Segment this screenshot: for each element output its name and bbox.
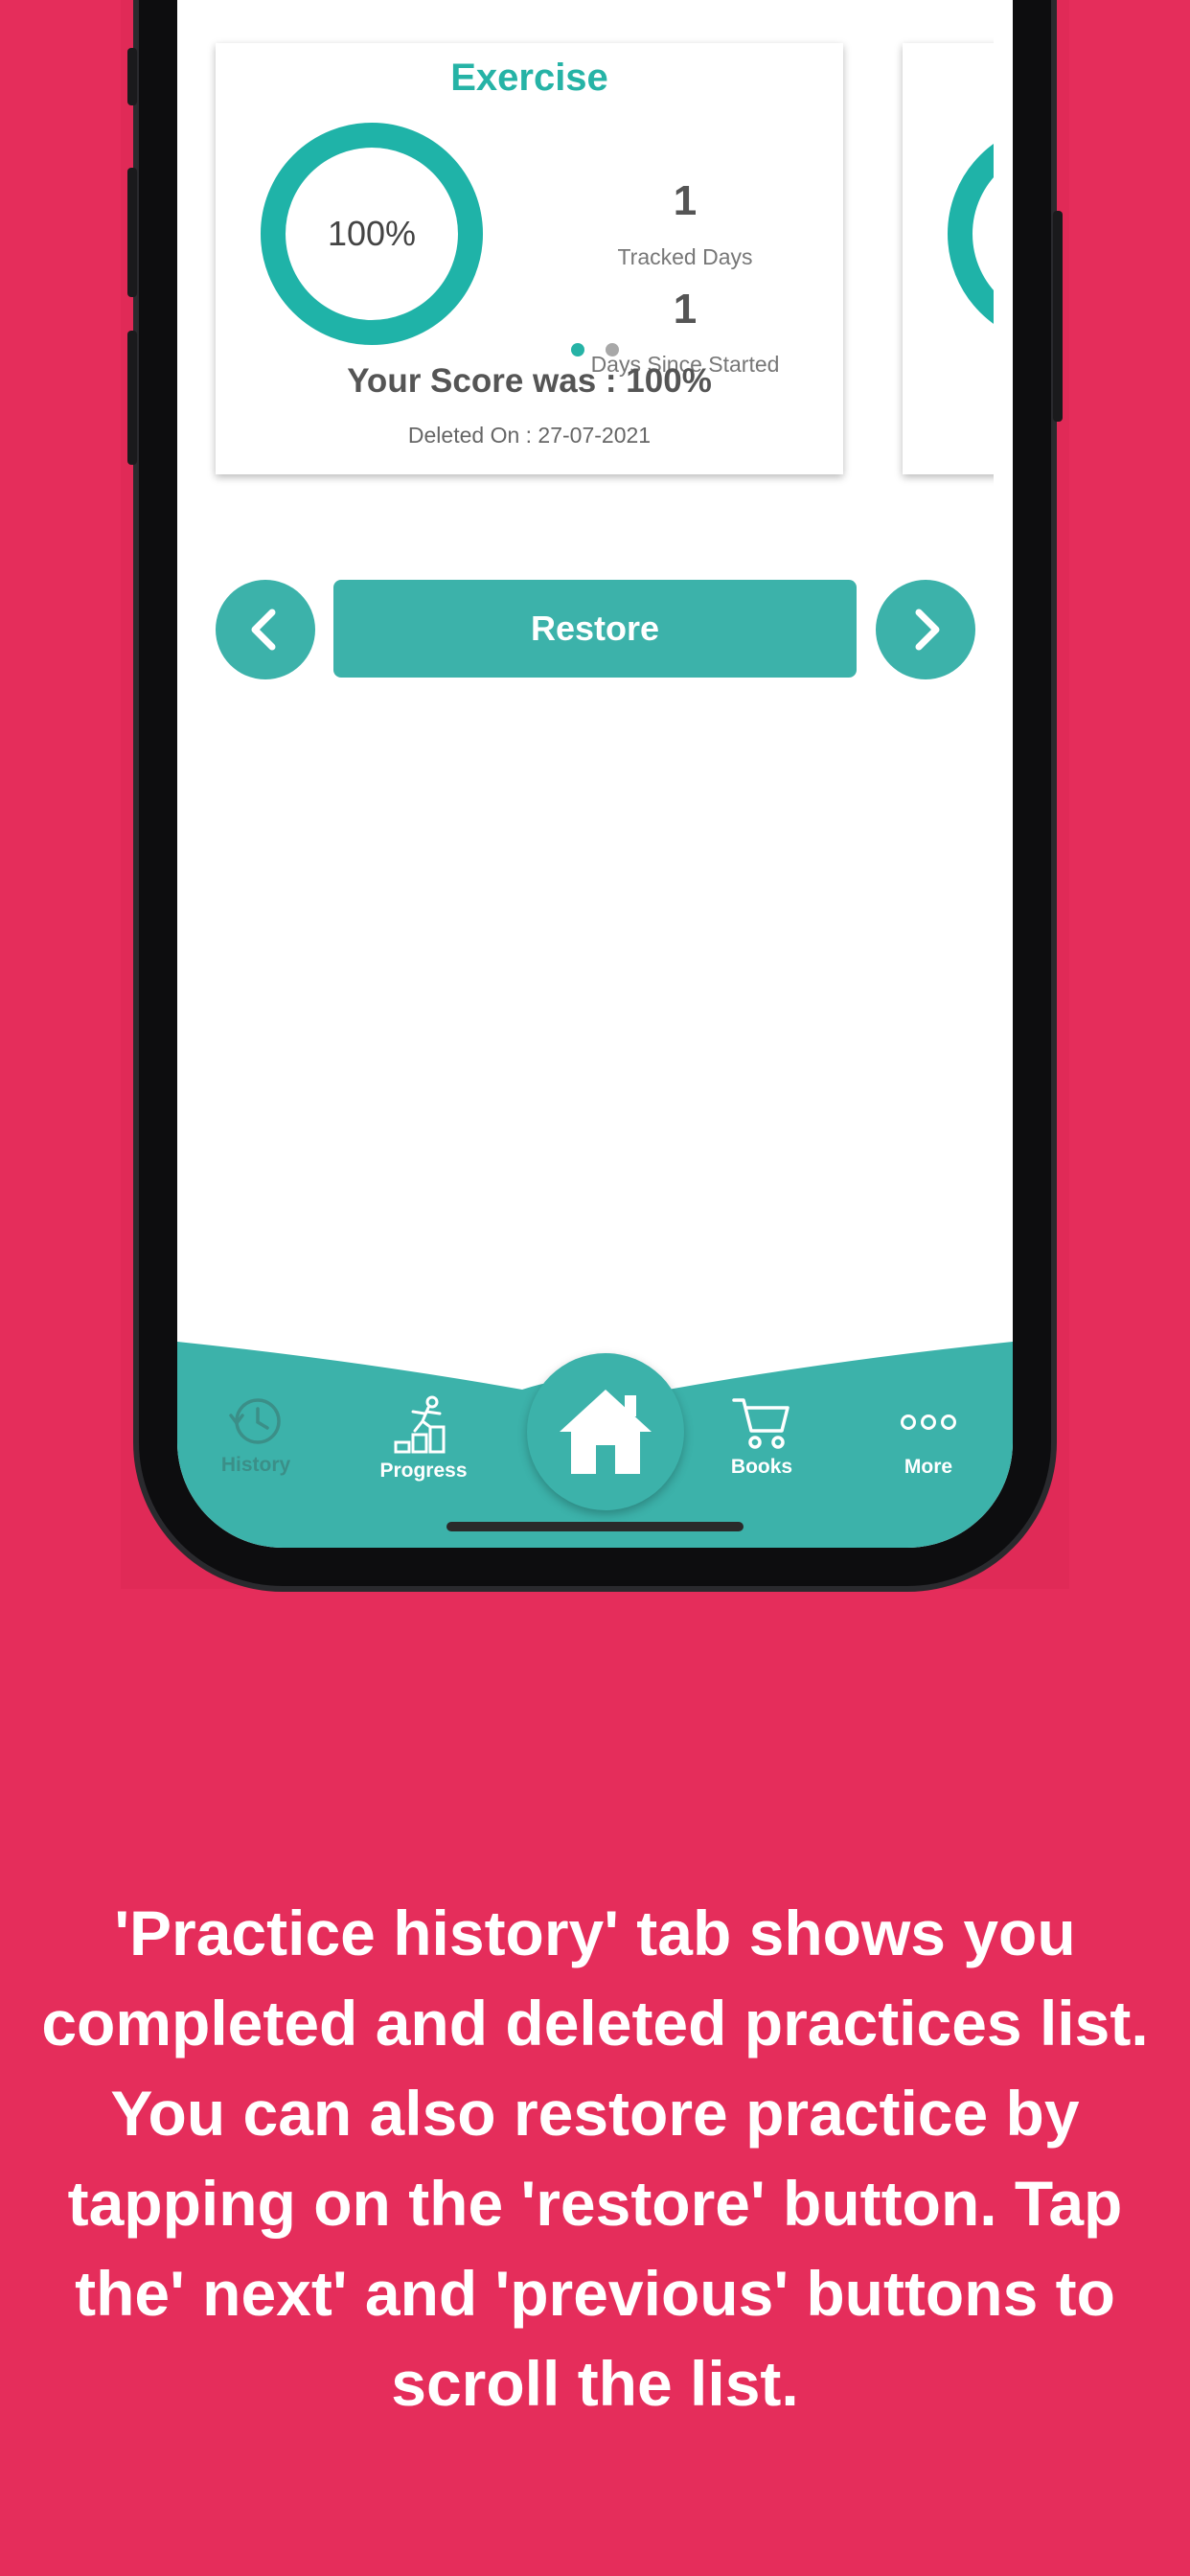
tab-progress[interactable]: Progress <box>356 1394 491 1483</box>
tab-more-label: More <box>904 1456 953 1478</box>
home-icon <box>560 1390 652 1474</box>
phone-side-button <box>127 168 137 297</box>
tab-books[interactable]: Books <box>695 1394 829 1479</box>
previous-button[interactable] <box>216 580 315 679</box>
deleted-date: Deleted On : 27-07-2021 <box>407 423 652 448</box>
practice-card[interactable]: Exercise 100% 1 Tracked Days 1 Days Sinc… <box>216 43 843 474</box>
tracked-days-label: Tracked Days <box>617 244 753 269</box>
next-button[interactable] <box>876 580 975 679</box>
tab-history-label: History <box>220 1454 291 1476</box>
more-dots-icon <box>901 1414 956 1430</box>
pager-dot-active[interactable] <box>571 343 584 356</box>
phone-side-button <box>127 48 137 105</box>
home-indicator <box>446 1522 744 1531</box>
tab-progress-label: Progress <box>379 1460 468 1482</box>
card-title: Exercise <box>450 57 608 99</box>
restore-button[interactable]: Restore <box>333 580 857 678</box>
days-since-value: 1 <box>673 286 698 333</box>
chevron-right-icon <box>915 609 940 651</box>
caption-text: 'Practice history' tab shows you complet… <box>41 1898 1149 2419</box>
tracked-days-value: 1 <box>673 177 698 224</box>
card-clip-edge <box>994 29 1013 489</box>
tab-history[interactable]: History <box>189 1394 323 1477</box>
score-text: Your Score was : 100% <box>347 362 712 400</box>
progress-stairs-icon <box>394 1395 446 1454</box>
history-icon <box>229 1398 281 1444</box>
tab-books-label: Books <box>730 1456 793 1478</box>
pager-dot[interactable] <box>606 343 619 356</box>
cart-icon <box>732 1398 790 1449</box>
phone-power-button <box>1053 211 1063 422</box>
home-button[interactable] <box>527 1353 684 1510</box>
chevron-left-icon <box>251 609 276 651</box>
phone-side-button <box>127 331 137 465</box>
tab-more[interactable]: More <box>861 1394 995 1479</box>
score-percent-label: 100% <box>327 214 417 253</box>
app-screen: Exercise 100% 1 Tracked Days 1 Days Sinc… <box>177 0 1013 1548</box>
